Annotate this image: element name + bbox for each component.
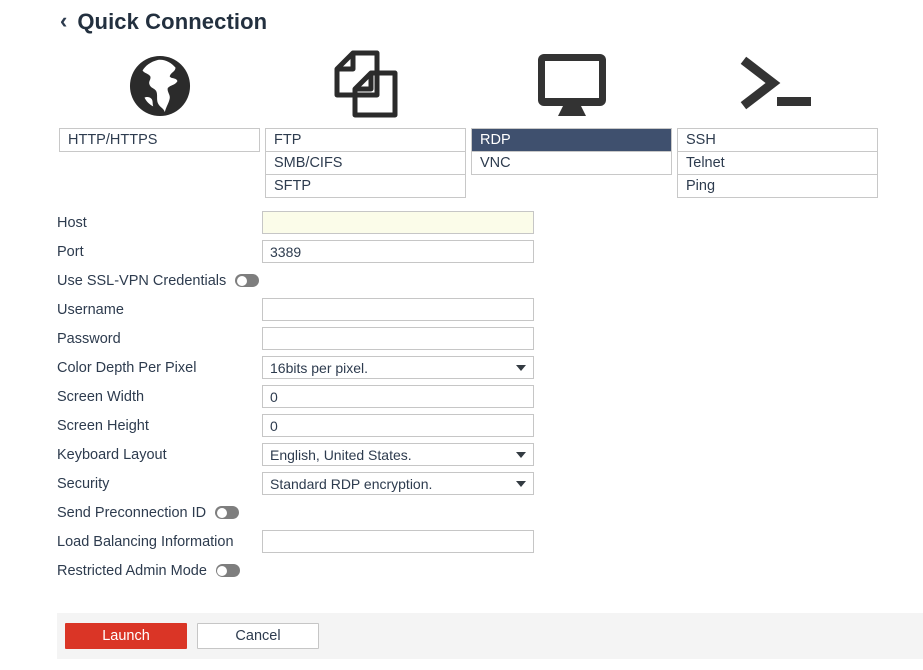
protocol-item-http-https[interactable]: HTTP/HTTPS (60, 129, 259, 152)
globe-icon (59, 44, 260, 128)
color-depth-label: Color Depth Per Pixel (57, 360, 262, 376)
port-label: Port (57, 244, 262, 260)
send-preconnection-id-label: Send Preconnection ID (57, 505, 206, 521)
protocol-item-ftp[interactable]: FTP (266, 129, 465, 152)
chevron-left-icon[interactable]: ‹ (60, 10, 67, 32)
monitor-icon (471, 44, 672, 128)
protocol-item-telnet[interactable]: Telnet (678, 152, 877, 175)
form-row-keyboard-layout: Keyboard Layout (57, 440, 897, 469)
form-row-password: Password (57, 324, 897, 353)
protocol-item-sftp[interactable]: SFTP (266, 175, 465, 198)
protocol-column-desktop: RDP VNC (471, 44, 677, 198)
screen-width-label: Screen Width (57, 389, 262, 405)
load-balancing-information-input[interactable] (262, 530, 534, 553)
username-input[interactable] (262, 298, 534, 321)
protocol-item-smb-cifs[interactable]: SMB/CIFS (266, 152, 465, 175)
launch-button[interactable]: Launch (65, 623, 187, 649)
protocol-list-desktop: RDP VNC (471, 128, 672, 175)
form-row-username: Username (57, 295, 897, 324)
host-input[interactable] (262, 211, 534, 234)
use-sslvpn-credentials-label: Use SSL-VPN Credentials (57, 273, 226, 289)
security-select[interactable] (262, 472, 534, 495)
keyboard-layout-select[interactable] (262, 443, 534, 466)
form-row-port: Port (57, 237, 897, 266)
protocol-list-terminal: SSH Telnet Ping (677, 128, 878, 198)
port-input[interactable] (262, 240, 534, 263)
form-row-security: Security (57, 469, 897, 498)
restricted-admin-mode-toggle[interactable] (216, 564, 240, 577)
screen-width-input[interactable] (262, 385, 534, 408)
security-label: Security (57, 476, 262, 492)
password-label: Password (57, 331, 262, 347)
screen-height-label: Screen Height (57, 418, 262, 434)
username-label: Username (57, 302, 262, 318)
security-value[interactable] (262, 472, 534, 495)
protocol-column-web: HTTP/HTTPS (59, 44, 265, 198)
protocol-item-ping[interactable]: Ping (678, 175, 877, 198)
protocol-item-rdp[interactable]: RDP (472, 129, 671, 152)
connection-form: Host Port Use SSL-VPN Credentials Userna… (57, 208, 897, 585)
keyboard-layout-label: Keyboard Layout (57, 447, 262, 463)
page-title: Quick Connection (77, 9, 267, 35)
form-row-screen-width: Screen Width (57, 382, 897, 411)
restricted-admin-mode-label: Restricted Admin Mode (57, 563, 207, 579)
documents-icon (265, 44, 466, 128)
cancel-button[interactable]: Cancel (197, 623, 319, 649)
screen-height-input[interactable] (262, 414, 534, 437)
send-preconnection-id-toggle[interactable] (215, 506, 239, 519)
form-row-use-sslvpn-credentials: Use SSL-VPN Credentials (57, 266, 897, 295)
protocol-column-terminal: SSH Telnet Ping (677, 44, 883, 198)
protocol-column-file: FTP SMB/CIFS SFTP (265, 44, 471, 198)
password-input[interactable] (262, 327, 534, 350)
protocol-selector: HTTP/HTTPS FTP SMB/CIFS SFTP (59, 44, 883, 198)
form-row-host: Host (57, 208, 897, 237)
color-depth-value[interactable] (262, 356, 534, 379)
form-row-screen-height: Screen Height (57, 411, 897, 440)
terminal-prompt-icon (677, 44, 878, 128)
keyboard-layout-value[interactable] (262, 443, 534, 466)
protocol-list-file: FTP SMB/CIFS SFTP (265, 128, 466, 198)
form-row-load-balancing-information: Load Balancing Information (57, 527, 897, 556)
load-balancing-information-label: Load Balancing Information (57, 534, 262, 550)
protocol-item-vnc[interactable]: VNC (472, 152, 671, 175)
form-row-restricted-admin-mode: Restricted Admin Mode (57, 556, 897, 585)
use-sslvpn-credentials-toggle[interactable] (235, 274, 259, 287)
page-header: ‹ Quick Connection (0, 0, 923, 36)
color-depth-select[interactable] (262, 356, 534, 379)
footer-action-bar: Launch Cancel (57, 613, 923, 659)
host-label: Host (57, 215, 262, 231)
form-row-send-preconnection-id: Send Preconnection ID (57, 498, 897, 527)
protocol-item-ssh[interactable]: SSH (678, 129, 877, 152)
protocol-list-web: HTTP/HTTPS (59, 128, 260, 152)
form-row-color-depth: Color Depth Per Pixel (57, 353, 897, 382)
